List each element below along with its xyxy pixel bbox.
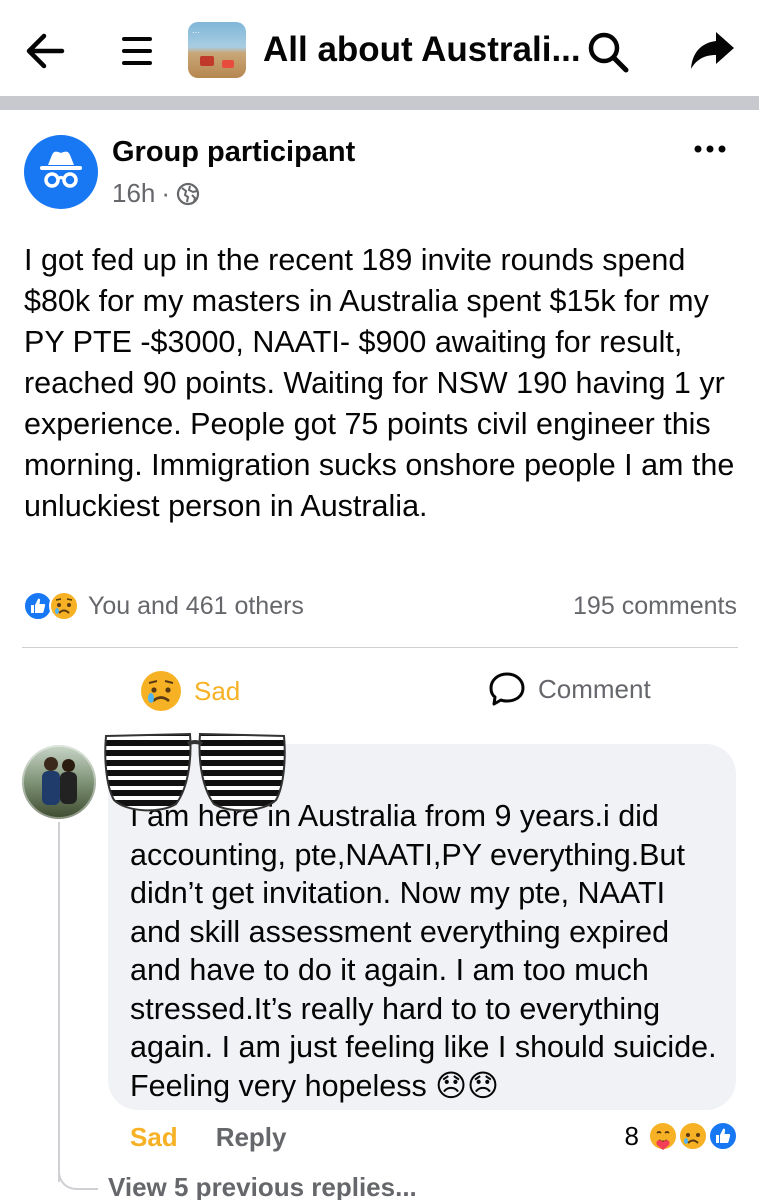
comment-sad-button[interactable]: Sad [130,1122,178,1153]
sad-icon [49,591,79,621]
reaction-icons [22,590,80,622]
sad-icon [141,671,181,711]
header-divider [0,96,759,110]
comment-icon [489,672,525,706]
top-bar: ... All about Australi... [0,0,759,96]
hamburger-menu-icon[interactable] [120,33,154,69]
care-icon [648,1121,678,1151]
reactions-summary[interactable]: You and 461 others [22,590,304,622]
meta-separator: · [161,178,171,208]
group-thumb-caption: ... [192,26,200,35]
post-author[interactable]: Group participant [112,136,355,169]
view-previous-replies-link[interactable]: View 5 previous replies... [108,1172,417,1200]
thumb-detail [200,56,214,66]
search-icon[interactable] [586,30,630,74]
avatar-detail [22,745,96,819]
comment-reactions[interactable]: 8 [625,1120,739,1152]
post-meta: 16h · [112,178,200,209]
anonymous-icon [40,151,82,188]
like-icon [708,1121,738,1151]
thread-curve [58,1160,98,1190]
comment-button-label: Comment [538,673,651,704]
commenter-avatar[interactable] [22,745,96,819]
back-arrow-icon[interactable] [22,28,68,74]
comment-reply-button[interactable]: Reply [216,1122,287,1153]
sad-icon [678,1121,708,1151]
reactions-label[interactable]: You and 461 others [88,592,304,621]
comment-button[interactable]: Comment [488,670,651,708]
group-title[interactable]: All about Australi... [263,30,581,70]
thumb-detail [222,60,234,68]
more-icon[interactable] [690,134,730,164]
anonymous-avatar[interactable] [24,135,98,209]
globe-icon [176,182,200,205]
sad-reaction-button[interactable]: Sad [138,668,240,714]
thread-line [58,822,60,1182]
share-icon[interactable] [688,28,736,72]
comment-text: I am here in Australia from 9 years.i di… [130,799,717,1103]
actions-divider [22,647,738,648]
post-time[interactable]: 16h [112,178,155,209]
comment-reaction-count: 8 [624,1120,639,1151]
comment-actions: Sad Reply [130,1122,287,1153]
sad-button-label: Sad [194,675,241,706]
shutter-shades-sticker [104,732,286,812]
group-thumbnail[interactable]: ... [188,22,246,78]
comments-count[interactable]: 195 comments [573,592,737,621]
post-body-text: I got fed up in the recent 189 invite ro… [24,243,735,523]
